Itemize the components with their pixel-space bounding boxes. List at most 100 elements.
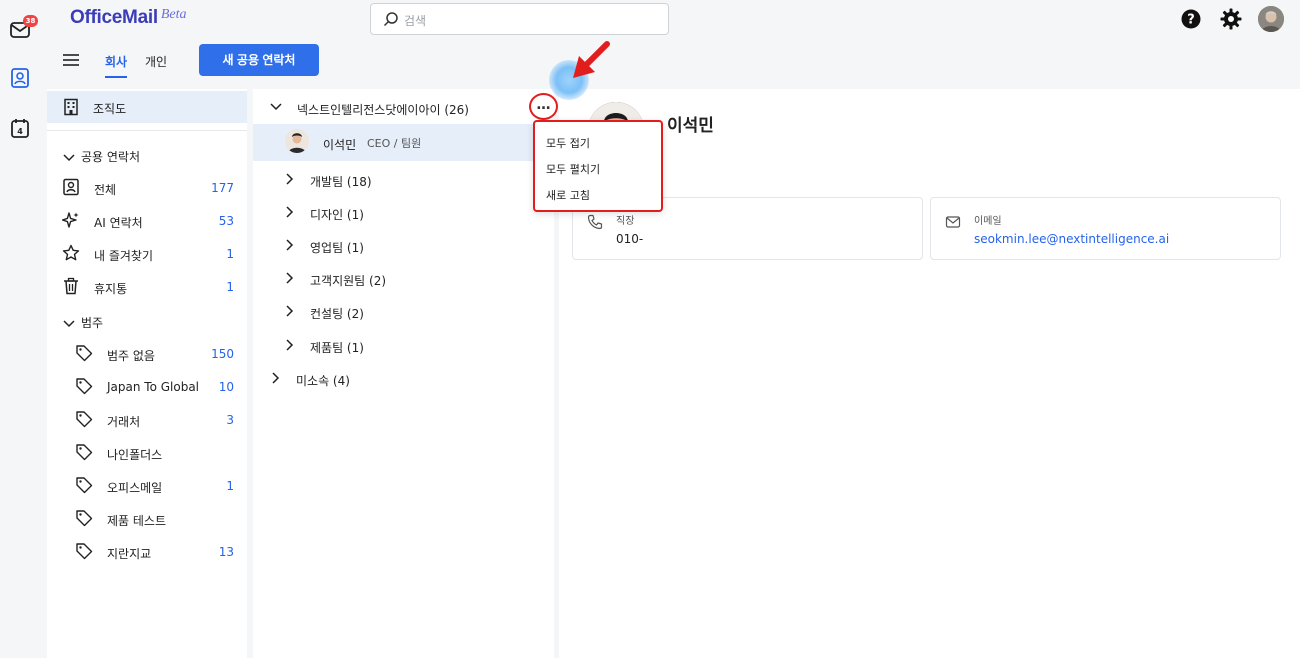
tree-team-label: 개발팀 (18) — [310, 175, 372, 189]
sidebar-item-label: 전체 — [94, 183, 117, 197]
phone-icon — [587, 214, 603, 230]
category-label: 범주 없음 — [107, 349, 155, 363]
chevron-down-icon — [63, 153, 75, 162]
chevron-down-icon — [63, 319, 75, 328]
category-label: 제품 테스트 — [107, 514, 167, 528]
tree-team-label: 영업팀 (1) — [310, 241, 364, 255]
sidebar-item-all[interactable]: 전체 177 — [47, 173, 247, 203]
contacts-icon[interactable] — [9, 67, 31, 89]
email-card[interactable]: 이메일 seokmin.lee@nextintelligence.ai — [930, 197, 1281, 260]
app-rail: 38 4 — [0, 0, 40, 658]
tree-person-row[interactable]: 이석민 CEO / 팀원 — [253, 124, 554, 161]
tree-team-label: 컨설팅 (2) — [310, 307, 364, 321]
contact-name: 이석민 — [667, 116, 714, 136]
sidebar-item-favorites[interactable]: 내 즐겨찾기 1 — [47, 239, 247, 269]
tree-team-row[interactable]: 디자인 (1) — [253, 196, 554, 229]
tab-personal[interactable]: 개인 — [145, 53, 167, 70]
tree-root[interactable]: 넥스트인텔리전스닷에이아이 (26) — [253, 91, 554, 124]
help-icon[interactable]: ? — [1181, 9, 1201, 29]
chevron-right-icon — [286, 206, 294, 218]
chevron-right-icon — [286, 305, 294, 317]
tree-team-row[interactable]: 제품팀 (1) — [253, 329, 554, 362]
tree-team-label: 고객지원팀 (2) — [310, 274, 387, 288]
person-avatar — [285, 129, 309, 153]
divider — [47, 130, 247, 131]
shared-contacts-header[interactable]: 공용 연락처 — [63, 148, 140, 165]
sidebar-item-count: 177 — [211, 181, 234, 195]
category-header[interactable]: 범주 — [63, 314, 103, 331]
tree-team-label: 제품팀 (1) — [310, 341, 364, 355]
category-item[interactable]: 나인폴더스 — [47, 438, 247, 468]
user-avatar[interactable] — [1258, 6, 1284, 32]
org-tree: 넥스트인텔리전스닷에이아이 (26) 이석민 CEO / 팀원 개발팀 (18)… — [253, 89, 554, 658]
menu-icon[interactable] — [62, 53, 80, 67]
category-label: 나인폴더스 — [107, 448, 163, 462]
phone-label: 직장 — [616, 216, 635, 227]
search-input[interactable]: 검색 — [370, 3, 669, 35]
calendar-day: 4 — [17, 127, 23, 136]
logo-text: OfficeMail — [70, 7, 158, 28]
category-item[interactable]: Japan To Global 10 — [47, 372, 247, 402]
ai-sparkle-icon — [62, 211, 80, 229]
category-item[interactable]: 범주 없음 150 — [47, 339, 247, 369]
tree-team-row[interactable]: 컨설팅 (2) — [253, 295, 554, 328]
svg-text:?: ? — [1187, 13, 1195, 28]
tag-icon — [75, 410, 93, 428]
tag-icon — [75, 476, 93, 494]
sidebar-item-trash[interactable]: 휴지통 1 — [47, 272, 247, 302]
tag-icon — [75, 377, 93, 395]
category-count: 13 — [218, 545, 234, 559]
more-options-button[interactable]: … — [529, 93, 558, 120]
logo-beta: Beta — [160, 7, 187, 22]
sidebar-item-label: AI 연락처 — [94, 216, 143, 230]
tree-team-label: 디자인 (1) — [310, 208, 364, 222]
tab-company[interactable]: 회사 — [105, 53, 128, 78]
menu-item-refresh[interactable]: 새로 고침 — [546, 187, 590, 203]
sidebar: 조직도 공용 연락처 전체 177 AI 연락처 53 내 즐겨찾기 1 휴지통… — [47, 89, 247, 658]
tag-icon — [75, 542, 93, 560]
category-label: Japan To Global — [107, 380, 200, 394]
menu-item-collapse-all[interactable]: 모두 접기 — [546, 135, 590, 151]
tree-root-label: 넥스트인텔리전스닷에이아이 (26) — [297, 103, 469, 117]
menu-item-expand-all[interactable]: 모두 펼치기 — [546, 161, 600, 177]
category-label: 오피스메일 — [107, 481, 163, 495]
tree-team-row[interactable]: 고객지원팀 (2) — [253, 262, 554, 295]
app-logo[interactable]: OfficeMail Beta — [70, 7, 186, 31]
category-label: 거래처 — [107, 415, 141, 429]
category-item[interactable]: 지란지교 13 — [47, 537, 247, 567]
chevron-right-icon — [286, 173, 294, 185]
context-menu: 모두 접기 모두 펼치기 새로 고침 — [533, 120, 663, 212]
chevron-right-icon — [286, 239, 294, 251]
tree-unassigned-row[interactable]: 미소속 (4) — [253, 362, 554, 395]
category-count: 3 — [226, 413, 234, 427]
sidebar-item-org-chart[interactable]: 조직도 — [47, 91, 247, 123]
mail-unread-badge: 38 — [23, 15, 38, 27]
section-title: 공용 연락처 — [81, 150, 141, 164]
sidebar-item-ai-contacts[interactable]: AI 연락처 53 — [47, 206, 247, 236]
tag-icon — [75, 344, 93, 362]
star-icon — [62, 244, 80, 262]
new-shared-contact-button[interactable]: 새 공용 연락처 — [199, 44, 319, 76]
search-placeholder: 검색 — [404, 14, 427, 28]
category-item[interactable]: 거래처 3 — [47, 405, 247, 435]
category-label: 지란지교 — [107, 547, 152, 561]
building-icon — [62, 98, 80, 116]
calendar-icon[interactable]: 4 — [9, 117, 31, 139]
tag-icon — [75, 509, 93, 527]
email-link[interactable]: seokmin.lee@nextintelligence.ai — [974, 232, 1169, 246]
tree-team-row[interactable]: 개발팀 (18) — [253, 163, 554, 196]
sidebar-item-count: 53 — [218, 214, 234, 228]
sidebar-item-count: 1 — [226, 247, 234, 261]
category-count: 150 — [211, 347, 234, 361]
person-name: 이석민 — [323, 138, 357, 152]
sidebar-item-label: 내 즐겨찾기 — [94, 249, 154, 263]
pointer-arrow-icon — [565, 40, 611, 86]
category-item[interactable]: 제품 테스트 — [47, 504, 247, 534]
section-title: 범주 — [81, 316, 104, 330]
category-item[interactable]: 오피스메일 1 — [47, 471, 247, 501]
gear-icon[interactable] — [1220, 8, 1242, 30]
tree-unassigned-label: 미소속 (4) — [296, 374, 350, 388]
tree-team-row[interactable]: 영업팀 (1) — [253, 229, 554, 262]
chevron-right-icon — [286, 272, 294, 284]
trash-icon — [62, 277, 80, 295]
